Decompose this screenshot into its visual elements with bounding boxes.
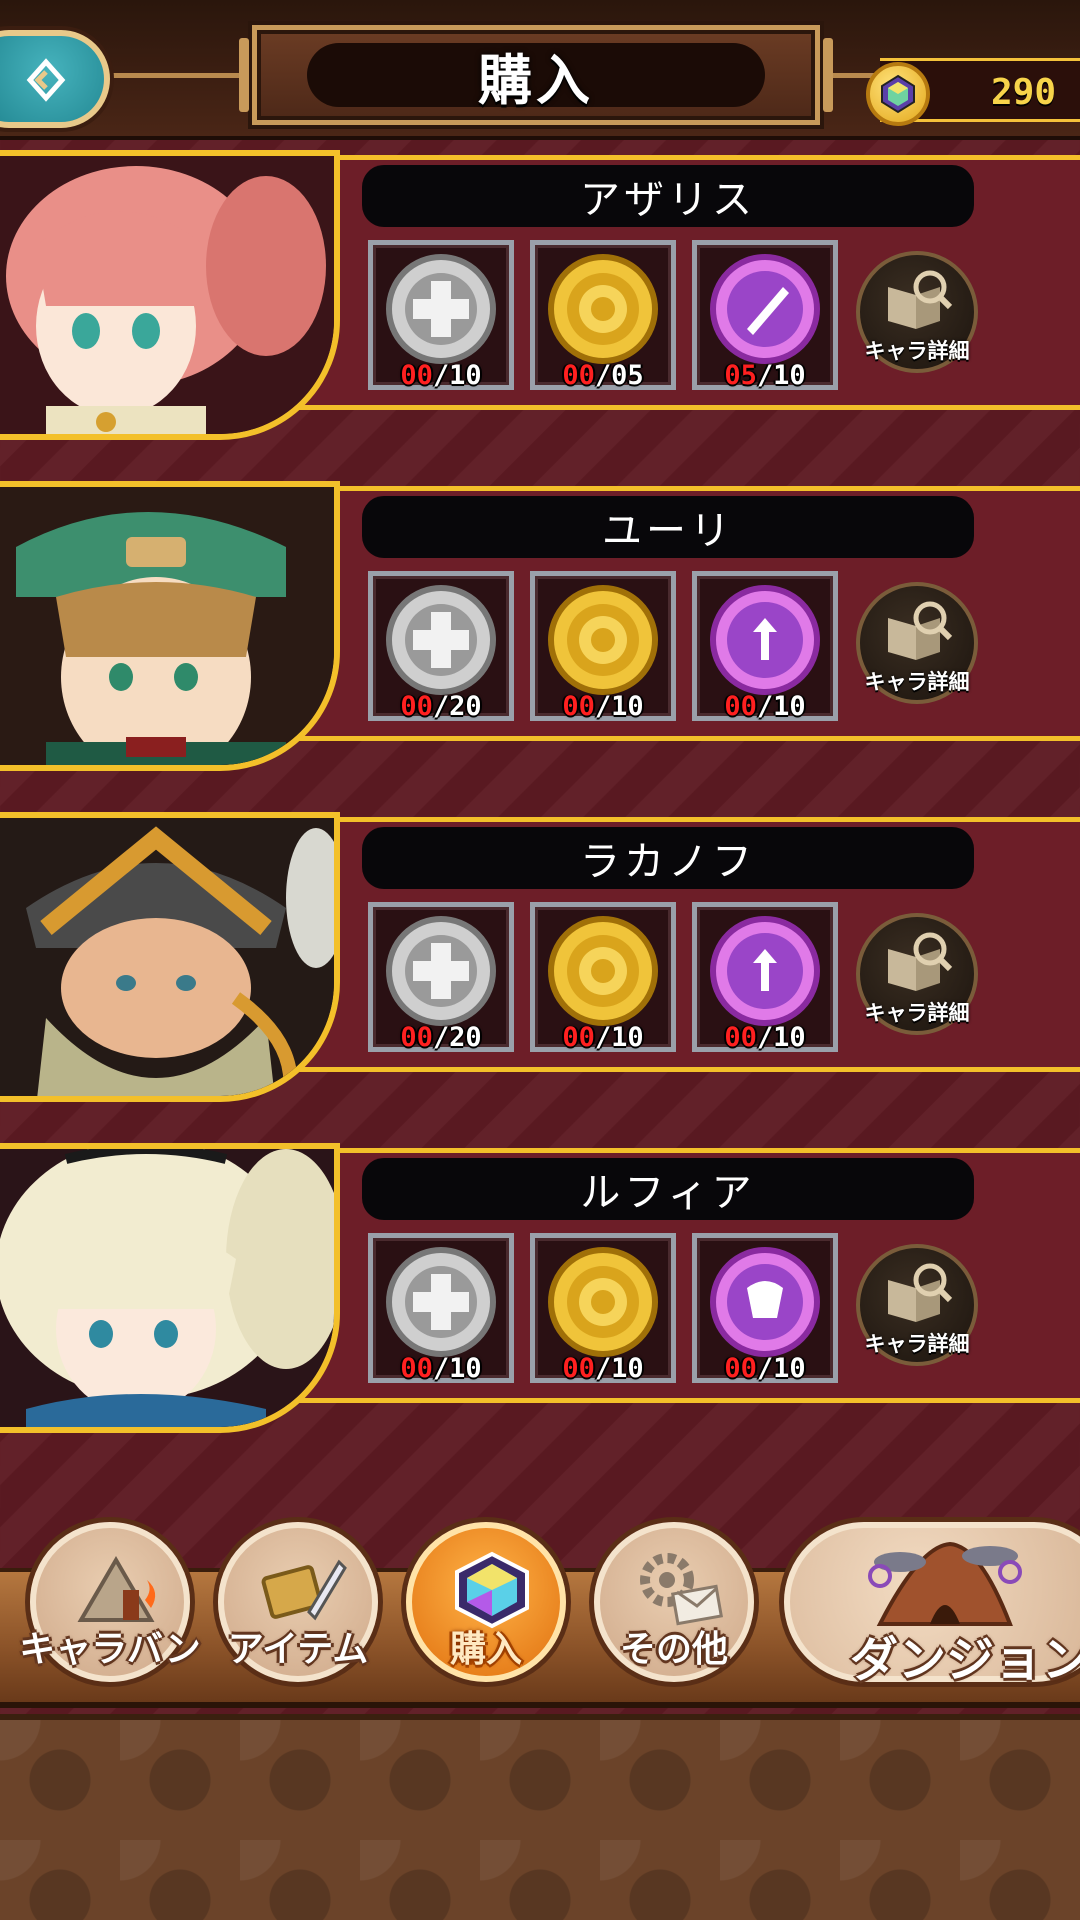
stone-count: 00/10 (400, 360, 482, 391)
purple-stone-slot[interactable]: 00/10 (692, 571, 838, 722)
character-name-plate: アザリス (362, 165, 974, 227)
dungeon-cave-icon (868, 1541, 1022, 1626)
dungeon-label: ダンジョン (850, 1632, 1080, 1688)
ornamental-footer (0, 1714, 1080, 1920)
stone-count: 00/10 (400, 1353, 482, 1384)
character-name-plate: ルフィア (362, 1158, 974, 1220)
gold-stone-slot[interactable]: 00/10 (530, 1233, 676, 1384)
nav-item-button[interactable]: アイテム (218, 1522, 378, 1682)
character-row: アザリス 00/10 00/05 05/10 キャラ詳細 (0, 150, 1080, 445)
character-portrait[interactable] (0, 150, 340, 440)
stone-count: 00/05 (562, 360, 644, 391)
silver-stone-slot[interactable]: 00/10 (368, 1233, 514, 1384)
character-name: ユーリ (602, 508, 734, 554)
tent-icon (77, 1556, 156, 1622)
character-detail-button[interactable]: キャラ詳細 (856, 251, 978, 373)
character-row: ユーリ 00/20 00/10 00/10 キャラ詳細 (0, 481, 1080, 776)
purple-stone-icon (710, 1247, 820, 1357)
gem-icon (455, 1551, 529, 1629)
stone-count: 00/10 (724, 1353, 806, 1384)
book-magnifier-icon (888, 932, 953, 991)
scroll-sword-icon (261, 1559, 347, 1621)
detail-label: キャラ詳細 (864, 1001, 970, 1025)
dungeon-button[interactable]: ダンジョン (784, 1522, 1080, 1688)
gold-stone-icon (548, 1247, 658, 1357)
gold-stone-icon (548, 254, 658, 364)
stone-count: 05/10 (724, 360, 806, 391)
character-portrait[interactable] (0, 481, 340, 771)
silver-stone-slot[interactable]: 00/10 (368, 240, 514, 391)
gold-stone-slot[interactable]: 00/05 (530, 240, 676, 391)
silver-stone-slot[interactable]: 00/20 (368, 902, 514, 1053)
back-arrow-icon (26, 58, 66, 102)
stone-count: 00/10 (562, 691, 644, 722)
silver-stone-icon (386, 916, 496, 1026)
stone-count: 00/10 (562, 1353, 644, 1384)
character-portrait[interactable] (0, 1143, 340, 1433)
gold-stone-icon (548, 916, 658, 1026)
purple-stone-slot[interactable]: 05/10 (692, 240, 838, 391)
detail-label: キャラ詳細 (864, 1332, 970, 1356)
purple-stone-icon (710, 585, 820, 695)
book-magnifier-icon (888, 270, 953, 329)
silver-stone-icon (386, 254, 496, 364)
character-detail-button[interactable]: キャラ詳細 (856, 913, 978, 1035)
book-magnifier-icon (888, 1263, 953, 1322)
nav-label: 購入 (449, 1629, 522, 1670)
character-name-plate: ラカノフ (362, 827, 974, 889)
stone-count: 00/10 (562, 1022, 644, 1053)
silver-stone-slot[interactable]: 00/20 (368, 571, 514, 722)
book-magnifier-icon (888, 601, 953, 660)
nav-purchase-button[interactable]: 購入 (406, 1522, 566, 1682)
purple-stone-slot[interactable]: 00/10 (692, 1233, 838, 1384)
character-portrait[interactable] (0, 812, 340, 1102)
currency-value: 290 (990, 72, 1056, 113)
gold-stone-slot[interactable]: 00/10 (530, 902, 676, 1053)
nav-other-button[interactable]: その他 (594, 1522, 754, 1682)
purple-stone-icon (710, 916, 820, 1026)
nav-label: アイテム (227, 1629, 369, 1670)
title-inner: 購入 (307, 43, 765, 112)
stone-count: 00/10 (724, 691, 806, 722)
gold-stone-slot[interactable]: 00/10 (530, 571, 676, 722)
character-name: ラカノフ (580, 839, 756, 885)
character-name: ルフィア (580, 1170, 756, 1216)
character-name: アザリス (580, 177, 756, 223)
character-detail-button[interactable]: キャラ詳細 (856, 582, 978, 704)
title-plate: 購入 (239, 25, 833, 125)
stone-count: 00/10 (724, 1022, 806, 1053)
silver-stone-icon (386, 1247, 496, 1357)
character-detail-button[interactable]: キャラ詳細 (856, 1244, 978, 1366)
detail-label: キャラ詳細 (864, 339, 970, 363)
nav-label: キャラバン (19, 1629, 201, 1670)
stone-count: 00/20 (400, 691, 482, 722)
nav-label: その他 (619, 1629, 728, 1670)
character-name-plate: ユーリ (362, 496, 974, 558)
stone-count: 00/20 (400, 1022, 482, 1053)
page-title: 購入 (478, 48, 594, 112)
purple-stone-slot[interactable]: 00/10 (692, 902, 838, 1053)
silver-stone-icon (386, 585, 496, 695)
back-button[interactable] (0, 30, 110, 128)
gear-mail-icon (640, 1553, 724, 1626)
character-row: ルフィア 00/10 00/10 00/10 キャラ詳細 (0, 1143, 1080, 1438)
nav-caravan-button[interactable]: キャラバン (19, 1522, 201, 1682)
gem-icon (866, 62, 930, 126)
purple-stone-icon (710, 254, 820, 364)
detail-label: キャラ詳細 (864, 670, 970, 694)
character-row: ラカノフ 00/20 00/10 00/10 キャラ詳細 (0, 812, 1080, 1107)
gold-stone-icon (548, 585, 658, 695)
